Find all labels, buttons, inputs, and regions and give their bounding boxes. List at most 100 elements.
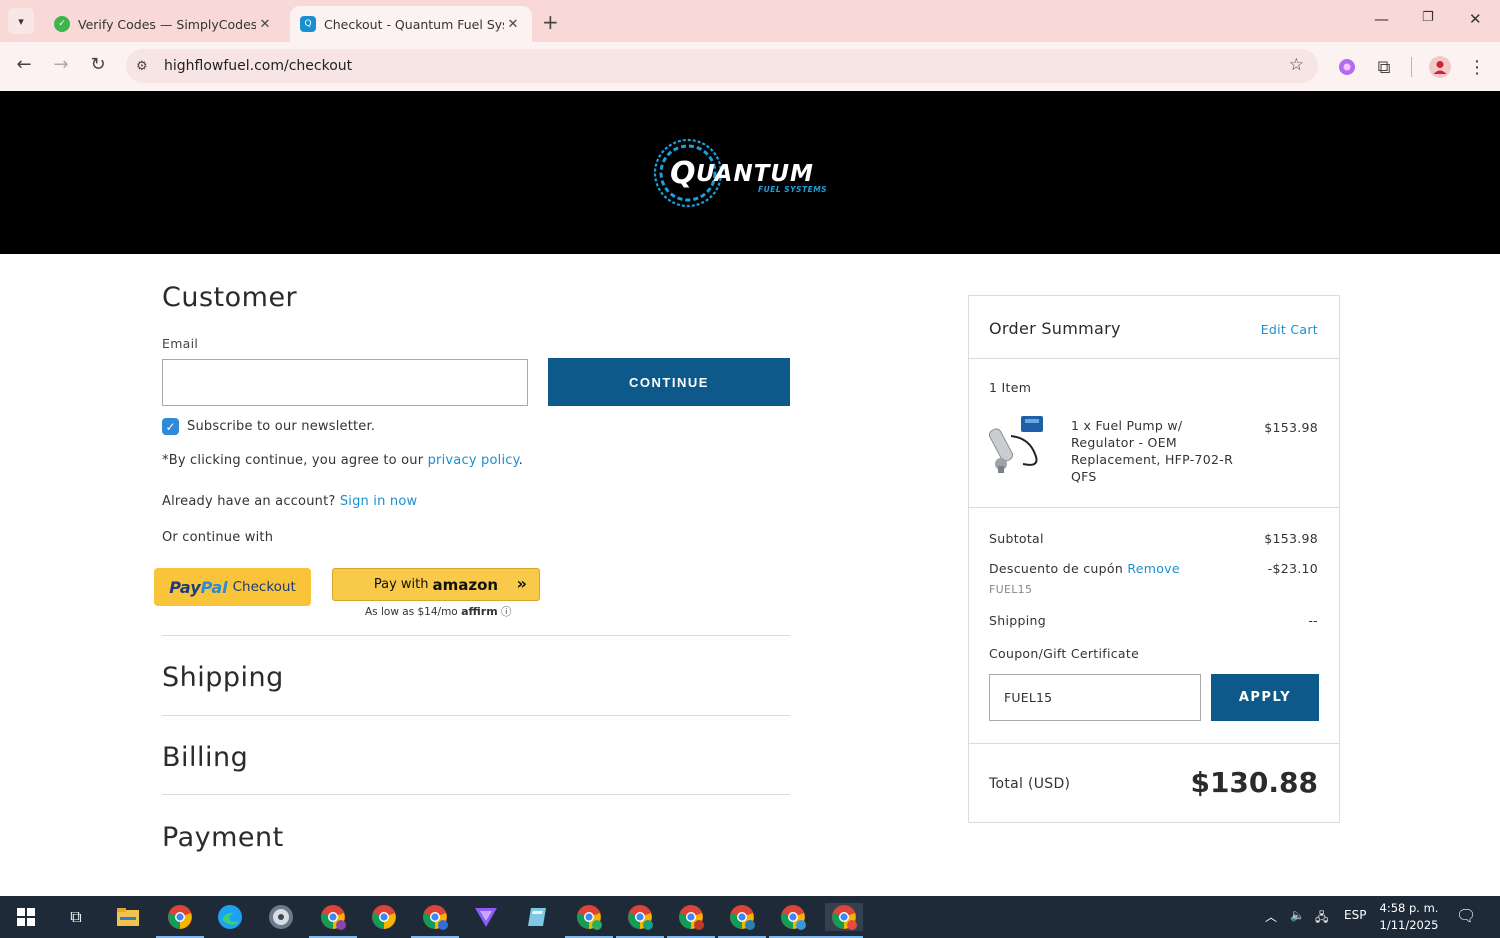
paypal-brand-pal: Pal: [200, 577, 228, 597]
clock-date: 1/11/2025: [1379, 918, 1439, 932]
volume-icon[interactable]: 🔈: [1290, 908, 1305, 922]
coupon-label: Coupon/Gift Certificate: [989, 646, 1140, 661]
summary-divider: [969, 358, 1339, 359]
tab-search-chevron-icon[interactable]: ▾: [8, 8, 34, 34]
privacy-policy-link[interactable]: privacy policy: [428, 453, 519, 468]
tab-verify-codes[interactable]: ✓ Verify Codes — SimplyCodes ✕: [44, 6, 284, 42]
tab-title: Verify Codes — SimplyCodes: [78, 16, 256, 32]
tab-close-icon[interactable]: ✕: [256, 17, 274, 32]
extensions-puzzle-icon[interactable]: ⧉: [1373, 56, 1395, 78]
discount-row: Descuento de cupón Remove: [989, 561, 1180, 576]
minimize-icon[interactable]: —: [1374, 10, 1389, 28]
logo-text: UANTUM: [696, 161, 814, 187]
remove-coupon-link[interactable]: Remove: [1127, 561, 1180, 576]
coupon-input[interactable]: FUEL15: [989, 674, 1201, 721]
customer-heading: Customer: [162, 282, 298, 313]
toolbar-divider: [1411, 57, 1412, 77]
simplycodes-favicon-icon: ✓: [54, 16, 70, 32]
back-icon[interactable]: ←: [12, 54, 36, 75]
shipping-value: --: [1308, 613, 1318, 628]
bookmark-star-icon[interactable]: ☆: [1289, 55, 1304, 75]
vpn-triangle-icon[interactable]: [472, 903, 500, 931]
affirm-message: As low as $14/mo affirm ⓘ: [365, 604, 512, 619]
tab-title: Checkout - Quantum Fuel Systems: [324, 16, 504, 32]
apply-coupon-button[interactable]: APPLY: [1211, 674, 1319, 721]
notes-app-icon[interactable]: [523, 903, 551, 931]
info-icon[interactable]: ⓘ: [501, 606, 512, 618]
notifications-icon[interactable]: 🗨: [1456, 906, 1476, 925]
profile-avatar-icon[interactable]: [1429, 56, 1451, 78]
extension-purple-icon[interactable]: [1336, 56, 1358, 78]
forward-icon[interactable]: →: [49, 54, 73, 75]
chrome-active-window-icon[interactable]: [815, 903, 863, 938]
subtotal-label: Subtotal: [989, 531, 1044, 546]
chrome-profile-n5-icon[interactable]: [769, 903, 817, 938]
restore-icon[interactable]: ❐: [1422, 10, 1434, 25]
total-label: Total (USD): [989, 776, 1071, 792]
site-info-icon[interactable]: ⚙: [136, 59, 154, 74]
account-text: Already have an account? Sign in now: [162, 494, 417, 509]
chrome-profile-n-icon[interactable]: [565, 903, 613, 938]
paypal-checkout-label: Checkout: [232, 579, 296, 595]
chrome-profile-icon[interactable]: [156, 903, 204, 938]
new-tab-icon[interactable]: +: [542, 10, 559, 34]
quantum-logo[interactable]: Q UANTUM FUEL SYSTEMS: [650, 136, 855, 211]
tab-checkout[interactable]: Q Checkout - Quantum Fuel Systems ✕: [290, 6, 532, 42]
affirm-text: As low as $14/mo: [365, 606, 458, 618]
total-value: $130.88: [1190, 766, 1318, 799]
chrome-icon[interactable]: [370, 903, 398, 931]
show-hidden-icons-icon[interactable]: ︿: [1265, 908, 1277, 925]
tab-close-icon[interactable]: ✕: [504, 17, 522, 32]
terms-suffix: .: [518, 453, 524, 468]
summary-divider: [969, 507, 1339, 508]
logo-q: Q: [670, 156, 696, 191]
item-count: 1 Item: [989, 380, 1032, 395]
system-clock[interactable]: 4:58 p. m. 1/11/2025: [1374, 900, 1444, 934]
amazon-chevron-icon: »: [516, 574, 527, 593]
continue-button[interactable]: CONTINUE: [548, 358, 790, 406]
browser-menu-icon[interactable]: ⋮: [1466, 56, 1488, 78]
browser-toolbar: ← → ↻ ⚙ highflowfuel.com/checkout ☆ ⧉ ⋮: [0, 42, 1500, 91]
browser-tab-bar: ▾ ✓ Verify Codes — SimplyCodes ✕ Q Check…: [0, 0, 1500, 42]
close-window-icon[interactable]: ✕: [1469, 10, 1482, 28]
site-header: Q UANTUM FUEL SYSTEMS: [0, 91, 1500, 254]
newsletter-checkbox[interactable]: ✓: [162, 418, 179, 435]
shipping-label: Shipping: [989, 613, 1046, 628]
amazon-pay-button[interactable]: Pay with amazon »: [332, 568, 540, 601]
email-label: Email: [162, 336, 199, 351]
section-divider: [162, 635, 790, 636]
account-prefix: Already have an account?: [162, 494, 336, 509]
language-indicator[interactable]: ESP: [1344, 908, 1366, 922]
alt-payment-label: Or continue with: [162, 530, 274, 545]
address-bar[interactable]: ⚙ highflowfuel.com/checkout ☆: [126, 49, 1318, 83]
sign-in-link[interactable]: Sign in now: [340, 494, 418, 509]
chrome-profile-n2-icon[interactable]: [616, 903, 664, 938]
task-view-icon[interactable]: ⧉: [62, 903, 90, 931]
file-explorer-icon[interactable]: [114, 903, 142, 931]
windows-taskbar: ⧉ ︿ 🔈 🖧 ESP 4:58 p. m. 1/11/2025 🗨: [0, 896, 1500, 938]
chrome-profile-n4-icon[interactable]: [718, 903, 766, 938]
reload-icon[interactable]: ↻: [86, 54, 110, 75]
amazon-brand: amazon: [432, 575, 499, 594]
quantum-favicon-icon: Q: [300, 16, 316, 32]
summary-divider: [969, 743, 1339, 744]
terms-text: *By clicking continue, you agree to our …: [162, 453, 523, 468]
edit-cart-link[interactable]: Edit Cart: [1261, 322, 1318, 337]
email-input[interactable]: [162, 359, 528, 406]
product-name: 1 x Fuel Pump w/ Regulator - OEM Replace…: [1071, 418, 1234, 484]
chrome-profile-n3-icon[interactable]: [667, 903, 715, 938]
terms-prefix: *By clicking continue, you agree to our: [162, 453, 424, 468]
chrome-profile-m-icon[interactable]: [309, 903, 357, 938]
windows-start-icon[interactable]: [12, 903, 40, 931]
network-icon[interactable]: 🖧: [1315, 908, 1328, 929]
payment-heading[interactable]: Payment: [162, 822, 284, 853]
billing-heading[interactable]: Billing: [162, 742, 248, 773]
discount-value: -$23.10: [1267, 561, 1318, 576]
edge-icon[interactable]: [216, 903, 244, 931]
newsletter-label: Subscribe to our newsletter.: [187, 419, 376, 434]
chrome-profile-d-icon[interactable]: [411, 903, 459, 938]
shipping-heading[interactable]: Shipping: [162, 662, 284, 693]
order-summary: Order Summary Edit Cart 1 Item 1 x Fuel …: [968, 295, 1340, 823]
paypal-checkout-button[interactable]: Pay Pal Checkout: [154, 568, 311, 606]
globe-app-icon[interactable]: [267, 903, 295, 931]
